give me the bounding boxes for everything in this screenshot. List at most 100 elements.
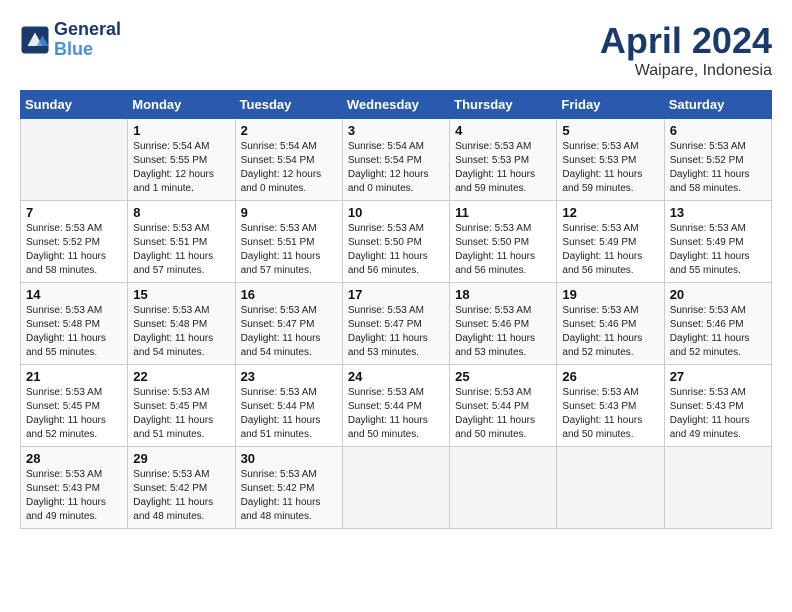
day-number: 18 [455, 287, 551, 302]
calendar-cell: 5 Sunrise: 5:53 AMSunset: 5:53 PMDaylight… [557, 119, 664, 201]
day-info: Sunrise: 5:53 AMSunset: 5:44 PMDaylight:… [348, 386, 444, 442]
day-info: Sunrise: 5:53 AMSunset: 5:51 PMDaylight:… [133, 222, 229, 278]
day-info: Sunrise: 5:53 AMSunset: 5:51 PMDaylight:… [241, 222, 337, 278]
calendar-cell [450, 447, 557, 529]
day-number: 17 [348, 287, 444, 302]
calendar-week-2: 7Sunrise: 5:53 AMSunset: 5:52 PMDaylight… [21, 201, 772, 283]
day-info: Sunrise: 5:53 AMSunset: 5:43 PMDaylight:… [26, 468, 122, 524]
calendar-cell: 27 Sunrise: 5:53 AMSunset: 5:43 PMDayligh… [664, 365, 771, 447]
day-number: 6 [670, 123, 766, 138]
day-info: Sunrise: 5:53 AMSunset: 5:48 PMDaylight:… [26, 304, 122, 360]
day-info: Sunrise: 5:53 AMSunset: 5:43 PMDaylight:… [562, 386, 658, 442]
day-number: 29 [133, 451, 229, 466]
day-info: Sunrise: 5:53 AMSunset: 5:49 PMDaylight:… [670, 222, 766, 278]
calendar-cell: 16 Sunrise: 5:53 AMSunset: 5:47 PMDayligh… [235, 283, 342, 365]
calendar-cell: 29 Sunrise: 5:53 AMSunset: 5:42 PMDayligh… [128, 447, 235, 529]
day-number: 11 [455, 205, 551, 220]
day-info: Sunrise: 5:53 AMSunset: 5:46 PMDaylight:… [455, 304, 551, 360]
calendar-cell [557, 447, 664, 529]
day-number: 27 [670, 369, 766, 384]
day-info: Sunrise: 5:53 AMSunset: 5:42 PMDaylight:… [133, 468, 229, 524]
calendar-week-4: 21 Sunrise: 5:53 AMSunset: 5:45 PMDayligh… [21, 365, 772, 447]
day-number: 5 [562, 123, 658, 138]
location: Waipare, Indonesia [600, 62, 772, 80]
calendar-cell [21, 119, 128, 201]
col-monday: Monday [128, 91, 235, 119]
day-number: 13 [670, 205, 766, 220]
calendar-cell: 15Sunrise: 5:53 AMSunset: 5:48 PMDayligh… [128, 283, 235, 365]
col-sunday: Sunday [21, 91, 128, 119]
title-block: April 2024 Waipare, Indonesia [600, 20, 772, 80]
calendar-cell: 22Sunrise: 5:53 AMSunset: 5:45 PMDayligh… [128, 365, 235, 447]
calendar-cell: 4Sunrise: 5:53 AMSunset: 5:53 PMDaylight… [450, 119, 557, 201]
day-number: 9 [241, 205, 337, 220]
day-info: Sunrise: 5:53 AMSunset: 5:46 PMDaylight:… [562, 304, 658, 360]
calendar-cell: 14 Sunrise: 5:53 AMSunset: 5:48 PMDayligh… [21, 283, 128, 365]
calendar-cell: 26Sunrise: 5:53 AMSunset: 5:43 PMDayligh… [557, 365, 664, 447]
day-info: Sunrise: 5:53 AMSunset: 5:43 PMDaylight:… [670, 386, 766, 442]
day-number: 10 [348, 205, 444, 220]
day-info: Sunrise: 5:53 AMSunset: 5:50 PMDaylight:… [348, 222, 444, 278]
calendar-cell [664, 447, 771, 529]
calendar-cell: 21 Sunrise: 5:53 AMSunset: 5:45 PMDayligh… [21, 365, 128, 447]
calendar-table: Sunday Monday Tuesday Wednesday Thursday… [20, 90, 772, 529]
day-number: 14 [26, 287, 122, 302]
calendar-header: Sunday Monday Tuesday Wednesday Thursday… [21, 91, 772, 119]
logo: General Blue [20, 20, 121, 60]
calendar-cell: 24 Sunrise: 5:53 AMSunset: 5:44 PMDayligh… [342, 365, 449, 447]
day-info: Sunrise: 5:53 AMSunset: 5:45 PMDaylight:… [26, 386, 122, 442]
day-info: Sunrise: 5:53 AMSunset: 5:47 PMDaylight:… [241, 304, 337, 360]
calendar-week-1: 1 Sunrise: 5:54 AMSunset: 5:55 PMDaylight… [21, 119, 772, 201]
logo-text-line1: General [54, 20, 121, 40]
day-info: Sunrise: 5:53 AMSunset: 5:50 PMDaylight:… [455, 222, 551, 278]
calendar-cell: 10 Sunrise: 5:53 AMSunset: 5:50 PMDayligh… [342, 201, 449, 283]
calendar-cell: 25Sunrise: 5:53 AMSunset: 5:44 PMDayligh… [450, 365, 557, 447]
calendar-cell: 18 Sunrise: 5:53 AMSunset: 5:46 PMDayligh… [450, 283, 557, 365]
day-info: Sunrise: 5:53 AMSunset: 5:53 PMDaylight:… [455, 140, 551, 196]
day-info: Sunrise: 5:54 AMSunset: 5:54 PMDaylight:… [241, 140, 337, 196]
calendar-cell: 30Sunrise: 5:53 AMSunset: 5:42 PMDayligh… [235, 447, 342, 529]
day-info: Sunrise: 5:53 AMSunset: 5:53 PMDaylight:… [562, 140, 658, 196]
day-number: 15 [133, 287, 229, 302]
day-number: 19 [562, 287, 658, 302]
calendar-cell: 13 Sunrise: 5:53 AMSunset: 5:49 PMDayligh… [664, 201, 771, 283]
day-number: 16 [241, 287, 337, 302]
header-row: Sunday Monday Tuesday Wednesday Thursday… [21, 91, 772, 119]
calendar-week-3: 14 Sunrise: 5:53 AMSunset: 5:48 PMDayligh… [21, 283, 772, 365]
day-number: 24 [348, 369, 444, 384]
col-wednesday: Wednesday [342, 91, 449, 119]
calendar-cell: 19 Sunrise: 5:53 AMSunset: 5:46 PMDayligh… [557, 283, 664, 365]
calendar-cell: 20Sunrise: 5:53 AMSunset: 5:46 PMDayligh… [664, 283, 771, 365]
calendar-cell: 11 Sunrise: 5:53 AMSunset: 5:50 PMDayligh… [450, 201, 557, 283]
day-number: 20 [670, 287, 766, 302]
calendar-cell: 3Sunrise: 5:54 AMSunset: 5:54 PMDaylight… [342, 119, 449, 201]
calendar-week-5: 28Sunrise: 5:53 AMSunset: 5:43 PMDayligh… [21, 447, 772, 529]
calendar-cell: 23Sunrise: 5:53 AMSunset: 5:44 PMDayligh… [235, 365, 342, 447]
logo-icon [20, 25, 50, 55]
calendar-cell [342, 447, 449, 529]
calendar-cell: 8 Sunrise: 5:53 AMSunset: 5:51 PMDaylight… [128, 201, 235, 283]
day-info: Sunrise: 5:53 AMSunset: 5:44 PMDaylight:… [241, 386, 337, 442]
day-info: Sunrise: 5:53 AMSunset: 5:47 PMDaylight:… [348, 304, 444, 360]
calendar-cell: 6 Sunrise: 5:53 AMSunset: 5:52 PMDaylight… [664, 119, 771, 201]
day-info: Sunrise: 5:53 AMSunset: 5:52 PMDaylight:… [670, 140, 766, 196]
day-number: 2 [241, 123, 337, 138]
calendar-cell: 17 Sunrise: 5:53 AMSunset: 5:47 PMDayligh… [342, 283, 449, 365]
col-saturday: Saturday [664, 91, 771, 119]
day-number: 7 [26, 205, 122, 220]
day-info: Sunrise: 5:54 AMSunset: 5:55 PMDaylight:… [133, 140, 229, 196]
logo-text-line2: Blue [54, 40, 121, 60]
day-number: 21 [26, 369, 122, 384]
col-friday: Friday [557, 91, 664, 119]
day-number: 25 [455, 369, 551, 384]
calendar-cell: 28Sunrise: 5:53 AMSunset: 5:43 PMDayligh… [21, 447, 128, 529]
day-info: Sunrise: 5:53 AMSunset: 5:49 PMDaylight:… [562, 222, 658, 278]
day-number: 12 [562, 205, 658, 220]
calendar-cell: 9 Sunrise: 5:53 AMSunset: 5:51 PMDaylight… [235, 201, 342, 283]
col-thursday: Thursday [450, 91, 557, 119]
day-number: 30 [241, 451, 337, 466]
day-number: 1 [133, 123, 229, 138]
month-title: April 2024 [600, 20, 772, 62]
day-number: 8 [133, 205, 229, 220]
day-info: Sunrise: 5:53 AMSunset: 5:45 PMDaylight:… [133, 386, 229, 442]
